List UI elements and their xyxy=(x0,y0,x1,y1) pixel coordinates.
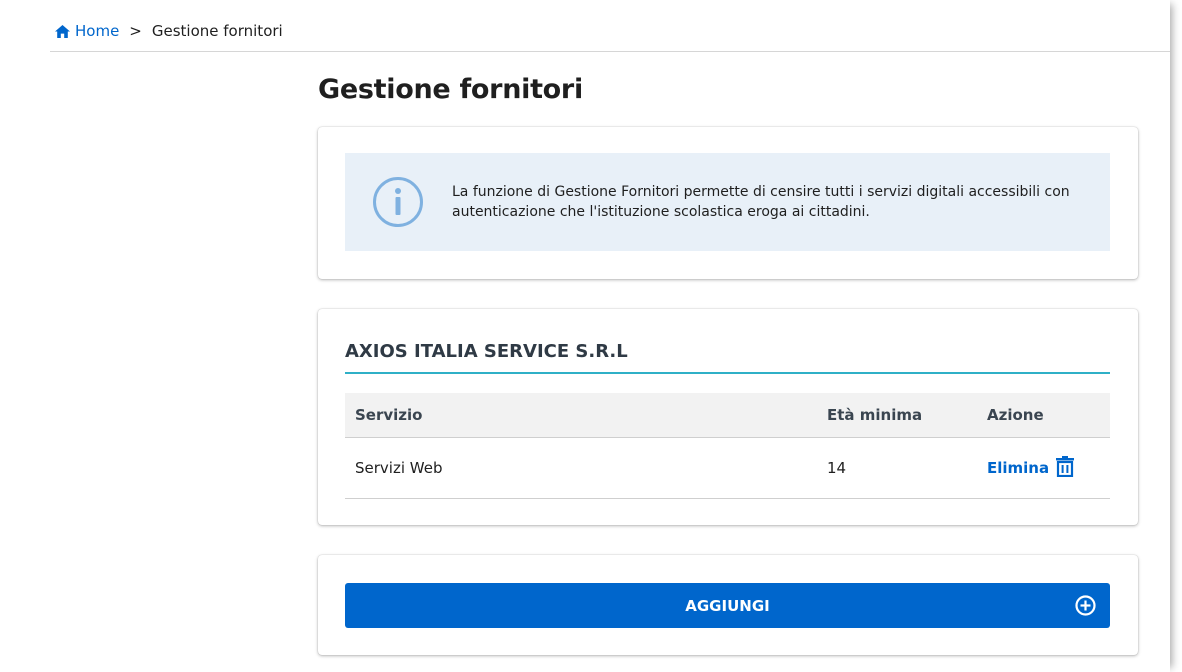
table-row: Servizi Web 14 Elimina xyxy=(345,437,1110,499)
cell-service: Servizi Web xyxy=(345,437,817,499)
page-frame: Home > Gestione fornitori Gestione forni… xyxy=(0,0,1170,672)
info-icon xyxy=(372,176,424,228)
breadcrumb-home-link[interactable]: Home xyxy=(55,22,119,40)
info-text: La funzione di Gestione Fornitori permet… xyxy=(452,184,1070,220)
home-icon xyxy=(55,24,70,38)
add-card: AGGIUNGI xyxy=(318,555,1138,655)
page-title: Gestione fornitori xyxy=(318,74,583,105)
table-header-row: Servizio Età minima Azione xyxy=(345,393,1110,438)
breadcrumb-separator: > xyxy=(129,22,142,40)
header-action: Azione xyxy=(977,393,1110,438)
info-card: La funzione di Gestione Fornitori permet… xyxy=(318,127,1138,279)
supplier-name: AXIOS ITALIA SERVICE S.R.L xyxy=(345,341,628,362)
breadcrumb-current: Gestione fornitori xyxy=(151,22,283,40)
info-box: La funzione di Gestione Fornitori permet… xyxy=(345,153,1110,251)
services-table: Servizio Età minima Azione Servizi Web 1… xyxy=(345,393,1110,499)
cell-min-age: 14 xyxy=(817,437,977,499)
cell-action: Elimina xyxy=(977,437,1110,499)
plus-circle-icon xyxy=(1075,595,1096,616)
trash-icon xyxy=(1055,455,1075,481)
delete-button[interactable]: Elimina xyxy=(987,455,1075,481)
add-button[interactable]: AGGIUNGI xyxy=(345,583,1110,628)
delete-label: Elimina xyxy=(987,459,1050,477)
breadcrumb-home-label: Home xyxy=(75,22,120,40)
header-min-age: Età minima xyxy=(817,393,977,438)
supplier-divider xyxy=(345,372,1110,374)
supplier-card: AXIOS ITALIA SERVICE S.R.L Servizio Età … xyxy=(318,309,1138,525)
add-button-label: AGGIUNGI xyxy=(685,596,770,615)
header-service: Servizio xyxy=(345,393,817,438)
breadcrumb-divider xyxy=(50,51,1170,52)
breadcrumb: Home > Gestione fornitori xyxy=(55,22,283,40)
